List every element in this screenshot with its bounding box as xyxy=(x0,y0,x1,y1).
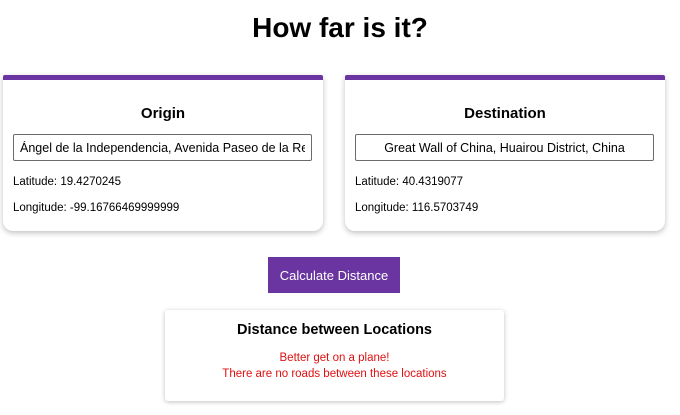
destination-input[interactable] xyxy=(355,134,654,161)
calculate-distance-button[interactable]: Calculate Distance xyxy=(268,257,400,293)
page-title: How far is it? xyxy=(252,12,428,43)
origin-longitude: Longitude: -99.16766469999999 xyxy=(13,202,180,214)
origin-latitude: Latitude: 19.4270245 xyxy=(13,176,122,188)
page: How far is it? Origin Latitude: 19.42702… xyxy=(0,0,680,415)
destination-heading: Destination xyxy=(464,105,546,122)
destination-card: Destination Latitude: 40.4319077 Longitu… xyxy=(345,75,665,231)
result-card: Distance between Locations Better get on… xyxy=(165,310,504,401)
result-message-line1: Better get on a plane! xyxy=(279,352,390,364)
origin-card: Origin Latitude: 19.4270245 Longitude: -… xyxy=(3,75,323,231)
destination-longitude: Longitude: 116.5703749 xyxy=(355,202,479,214)
origin-heading: Origin xyxy=(140,105,186,122)
destination-latitude: Latitude: 40.4319077 xyxy=(355,176,464,188)
origin-input[interactable] xyxy=(13,134,312,161)
result-message-line2: There are no roads between these locatio… xyxy=(222,368,447,380)
result-heading: Distance between Locations xyxy=(237,322,432,338)
